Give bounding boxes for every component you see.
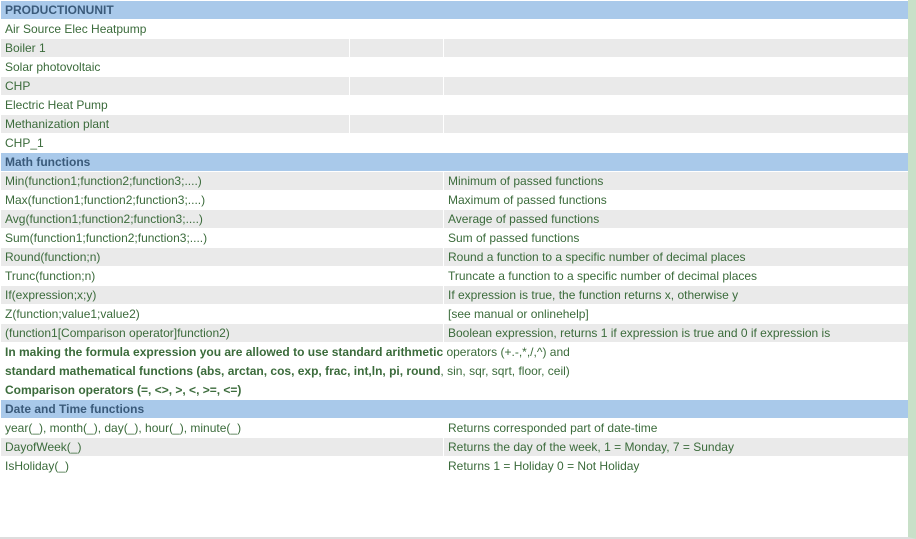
empty: [350, 134, 444, 153]
unit-name: Methanization plant: [1, 115, 350, 134]
section-header-productionunit: PRODUCTIONUNIT: [1, 1, 909, 20]
unit-name: Electric Heat Pump: [1, 96, 350, 115]
unit-name: CHP: [1, 77, 350, 96]
function-signature: year(_), month(_), day(_), hour(_), minu…: [1, 419, 444, 438]
function-description: Minimum of passed functions: [444, 172, 909, 191]
function-signature: If(expression;x;y): [1, 286, 444, 305]
unit-name: Air Source Elec Heatpump: [1, 20, 350, 39]
empty: [444, 96, 909, 115]
section-header-datetime: Date and Time functions: [1, 400, 909, 419]
empty: [444, 134, 909, 153]
note-line: Comparison operators (=, <>, >, <, >=, <…: [1, 381, 909, 400]
unit-name: Solar photovoltaic: [1, 58, 350, 77]
note-line: standard mathematical functions (abs, ar…: [1, 362, 909, 381]
function-signature: DayofWeek(_): [1, 438, 444, 457]
function-description: Returns 1 = Holiday 0 = Not Holiday: [444, 457, 909, 476]
function-description: Round a function to a specific number of…: [444, 248, 909, 267]
function-signature: Trunc(function;n): [1, 267, 444, 286]
empty: [444, 39, 909, 58]
empty: [444, 58, 909, 77]
function-signature: IsHoliday(_): [1, 457, 444, 476]
unit-name: Boiler 1: [1, 39, 350, 58]
empty: [444, 115, 909, 134]
function-description: [see manual or onlinehelp]: [444, 305, 909, 324]
function-description: Boolean expression, returns 1 if express…: [444, 324, 909, 343]
empty: [350, 20, 444, 39]
empty: [350, 58, 444, 77]
scroll-area[interactable]: PRODUCTIONUNITAir Source Elec HeatpumpBo…: [0, 0, 908, 537]
function-signature: Avg(function1;function2;function3;....): [1, 210, 444, 229]
section-header-math: Math functions: [1, 153, 909, 172]
function-description: If expression is true, the function retu…: [444, 286, 909, 305]
function-description: Truncate a function to a specific number…: [444, 267, 909, 286]
empty: [444, 20, 909, 39]
function-signature: (function1[Comparison operator]function2…: [1, 324, 444, 343]
function-signature: Z(function;value1;value2): [1, 305, 444, 324]
function-description: Returns the day of the week, 1 = Monday,…: [444, 438, 909, 457]
function-signature: Sum(function1;function2;function3;....): [1, 229, 444, 248]
function-signature: Min(function1;function2;function3;....): [1, 172, 444, 191]
empty: [444, 77, 909, 96]
empty: [350, 39, 444, 58]
empty: [350, 77, 444, 96]
function-description: Average of passed functions: [444, 210, 909, 229]
reference-table: PRODUCTIONUNITAir Source Elec HeatpumpBo…: [0, 0, 908, 476]
function-description: Maximum of passed functions: [444, 191, 909, 210]
help-panel: PRODUCTIONUNITAir Source Elec HeatpumpBo…: [0, 0, 916, 539]
function-signature: Round(function;n): [1, 248, 444, 267]
empty: [350, 96, 444, 115]
unit-name: CHP_1: [1, 134, 350, 153]
note-line: In making the formula expression you are…: [1, 343, 909, 362]
function-signature: Max(function1;function2;function3;....): [1, 191, 444, 210]
function-description: Sum of passed functions: [444, 229, 909, 248]
empty: [350, 115, 444, 134]
function-description: Returns corresponded part of date-time: [444, 419, 909, 438]
